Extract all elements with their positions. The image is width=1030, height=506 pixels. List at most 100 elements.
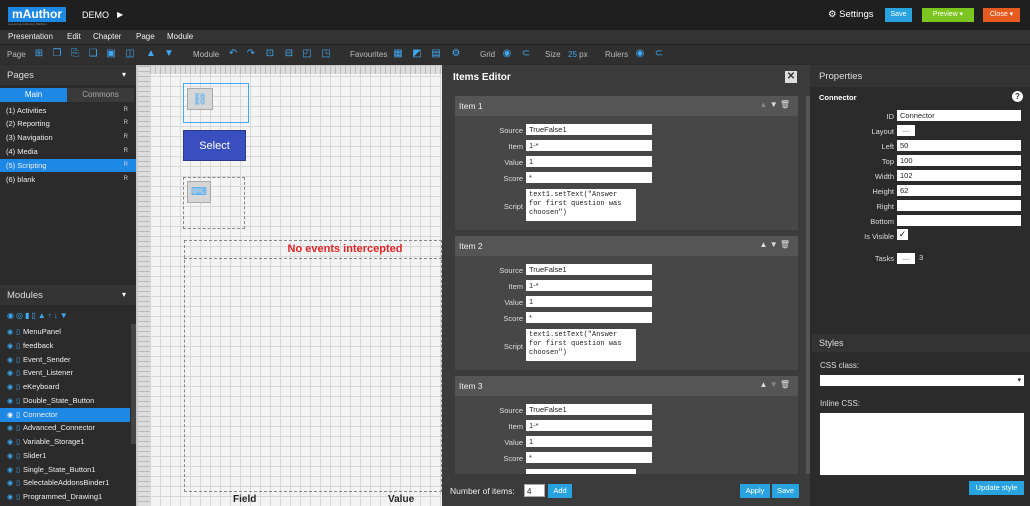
eye-icon[interactable]: ◉ bbox=[7, 357, 13, 364]
eye-icon[interactable]: ◉ bbox=[7, 480, 13, 487]
tab-main[interactable]: Main bbox=[0, 88, 67, 102]
module-item[interactable]: ◉ ▯ Slider1 bbox=[0, 449, 130, 463]
module-item[interactable]: ◉ ▯ SelectableAddonsBinder1 bbox=[0, 476, 130, 490]
undo-icon[interactable]: ↶ bbox=[227, 48, 239, 60]
inline-css-textarea[interactable] bbox=[820, 413, 1024, 475]
eye-icon[interactable]: ◉ bbox=[7, 439, 13, 446]
help-icon[interactable]: ? bbox=[1012, 91, 1023, 102]
layers-icon[interactable]: ◰ bbox=[301, 48, 313, 60]
show-all-icon[interactable]: ◉ bbox=[7, 311, 16, 320]
move-down-icon[interactable]: ▼ bbox=[770, 240, 778, 249]
script-textarea[interactable]: text1.setText("Answer for first question… bbox=[526, 329, 636, 361]
move-up-icon[interactable]: ▲ bbox=[145, 48, 157, 60]
eye-icon[interactable]: ◉ bbox=[7, 494, 13, 501]
module-item[interactable]: ◉ ▯ MenuPanel bbox=[0, 325, 130, 339]
source-field[interactable]: TrueFalse1 bbox=[526, 404, 652, 415]
eye-icon[interactable]: ◉ bbox=[7, 384, 13, 391]
number-of-items-input[interactable]: 4 bbox=[524, 484, 545, 497]
module-item[interactable]: ◉ ▯ Variable_Storage1 bbox=[0, 435, 130, 449]
lock-icon[interactable]: ▯ bbox=[16, 453, 20, 460]
modules-collapse-icon[interactable]: ▾ bbox=[122, 290, 126, 299]
value-field[interactable]: 1 bbox=[526, 156, 652, 167]
add-button[interactable]: Add bbox=[548, 484, 572, 498]
source-field[interactable]: TrueFalse1 bbox=[526, 264, 652, 275]
save-button[interactable]: Save bbox=[885, 8, 912, 22]
lock-icon[interactable]: ▯ bbox=[16, 494, 20, 501]
move-up-icon[interactable]: ▲ bbox=[760, 380, 768, 389]
score-field[interactable]: * bbox=[526, 452, 652, 463]
id-field[interactable]: Connector bbox=[897, 110, 1021, 121]
delete-page-icon[interactable]: ▣ bbox=[105, 48, 117, 60]
move-bottom-icon[interactable]: ▼ bbox=[60, 311, 70, 320]
favourite-image-icon[interactable]: ▦ bbox=[392, 48, 404, 60]
value-field[interactable]: 1 bbox=[526, 296, 652, 307]
height-field[interactable]: 62 bbox=[897, 185, 1021, 196]
eye-icon[interactable]: ◉ bbox=[7, 329, 13, 336]
add-page-icon[interactable]: ⊞ bbox=[33, 48, 45, 60]
move-down-icon[interactable]: ▼ bbox=[770, 380, 778, 389]
page-item-blank[interactable]: (6) blank R bbox=[0, 173, 136, 186]
score-field[interactable]: * bbox=[526, 172, 652, 183]
page-settings-icon[interactable]: ◫ bbox=[124, 48, 136, 60]
close-icon[interactable]: ✕ bbox=[785, 71, 797, 83]
tab-commons[interactable]: Commons bbox=[67, 88, 134, 102]
keyboard-icon[interactable]: ⌨ bbox=[187, 181, 211, 203]
apply-button[interactable]: Apply bbox=[740, 484, 770, 498]
trash-icon[interactable]: 🗑 bbox=[780, 240, 790, 249]
rulers-snap-icon[interactable]: ⊂ bbox=[653, 48, 665, 60]
module-item[interactable]: ◉ ▯ eKeyboard bbox=[0, 380, 130, 394]
menu-chapter[interactable]: Chapter bbox=[93, 32, 121, 41]
chevron-down-icon[interactable]: ▾ bbox=[960, 11, 964, 18]
page-item-scripting[interactable]: (5) Scripting R bbox=[0, 159, 136, 172]
module-item[interactable]: ◉ ▯ Single_State_Button1 bbox=[0, 463, 130, 477]
chevron-down-icon[interactable]: ▾ bbox=[1010, 11, 1014, 18]
eye-icon[interactable]: ◉ bbox=[7, 343, 13, 350]
rulers-visible-icon[interactable]: ◉ bbox=[634, 48, 646, 60]
menu-module[interactable]: Module bbox=[167, 32, 193, 41]
eye-icon[interactable]: ◉ bbox=[7, 425, 13, 432]
copy-page-icon[interactable]: ❐ bbox=[51, 48, 63, 60]
lock-icon[interactable]: ▯ bbox=[16, 398, 20, 405]
close-button[interactable]: Close ▾ bbox=[983, 8, 1020, 22]
settings-button[interactable]: ⚙ Settings bbox=[828, 9, 874, 20]
chevron-down-icon[interactable]: ▾ bbox=[1017, 377, 1021, 384]
item-field[interactable]: 1-* bbox=[526, 420, 652, 431]
connector-module-icon[interactable]: ⛓ bbox=[187, 88, 213, 110]
items-save-button[interactable]: Save bbox=[772, 484, 799, 498]
grid-snap-icon[interactable]: ⊂ bbox=[520, 48, 532, 60]
page-item-navigation[interactable]: (3) Navigation R bbox=[0, 131, 136, 144]
move-up-icon[interactable]: ▲ bbox=[760, 240, 768, 249]
right-field[interactable] bbox=[897, 200, 1021, 211]
css-class-select[interactable]: ▾ bbox=[820, 375, 1024, 386]
item-field[interactable]: 1-* bbox=[526, 140, 652, 151]
module-item[interactable]: ◉ ▯ Double_State_Button bbox=[0, 394, 130, 408]
arrange-icon[interactable]: ◳ bbox=[320, 48, 332, 60]
score-field[interactable]: * bbox=[526, 312, 652, 323]
module-item[interactable]: ◉ ▯ Event_Listener bbox=[0, 366, 130, 380]
lock-icon[interactable]: ▯ bbox=[16, 357, 20, 364]
eye-icon[interactable]: ◉ bbox=[7, 398, 13, 405]
menu-presentation[interactable]: Presentation bbox=[8, 32, 53, 41]
page-item-reporting[interactable]: (2) Reporting R bbox=[0, 117, 136, 130]
preview-button[interactable]: Preview ▾ bbox=[922, 8, 974, 22]
module-item[interactable]: ◉ ▯ Event_Sender bbox=[0, 353, 130, 367]
duplicate-page-icon[interactable]: ❏ bbox=[87, 48, 99, 60]
script-textarea[interactable] bbox=[526, 469, 636, 474]
trash-icon[interactable]: 🗑 bbox=[780, 100, 790, 109]
menu-page[interactable]: Page bbox=[136, 32, 155, 41]
top-field[interactable]: 100 bbox=[897, 155, 1021, 166]
lock-icon[interactable]: ▯ bbox=[16, 480, 20, 487]
item-field[interactable]: 1-* bbox=[526, 280, 652, 291]
favourite-shape-icon[interactable]: ◩ bbox=[411, 48, 423, 60]
page-item-activities[interactable]: (1) Activities R bbox=[0, 104, 136, 117]
pages-collapse-icon[interactable]: ▾ bbox=[122, 70, 126, 79]
width-field[interactable]: 102 bbox=[897, 170, 1021, 181]
hide-all-icon[interactable]: ◎ bbox=[16, 311, 25, 320]
module-item[interactable]: ◉ ▯ Programmed_Drawing1 bbox=[0, 490, 130, 504]
grid-visible-icon[interactable]: ◉ bbox=[501, 48, 513, 60]
project-name[interactable]: DEMO bbox=[82, 10, 109, 20]
value-field[interactable]: 1 bbox=[526, 436, 652, 447]
paste-page-icon[interactable]: ⎘ bbox=[69, 48, 81, 60]
lock-icon[interactable]: ▯ bbox=[16, 412, 20, 419]
script-textarea[interactable]: text1.setText("Answer for first question… bbox=[526, 189, 636, 221]
